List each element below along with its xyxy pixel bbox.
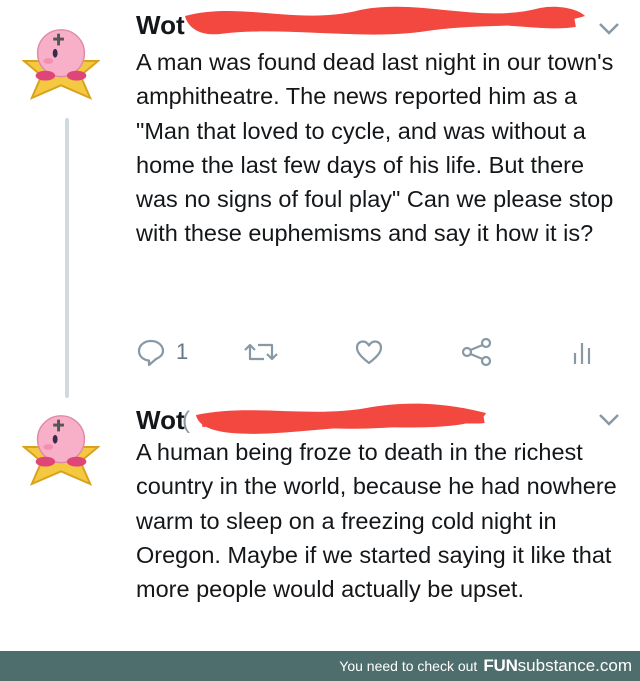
- like-icon: [355, 340, 383, 365]
- footer-brand-light: substance: [517, 656, 596, 675]
- tweet-text: A man was found dead last night in our t…: [136, 49, 614, 247]
- avatar[interactable]: [22, 22, 100, 100]
- like-button[interactable]: [354, 334, 384, 370]
- footer-text: You need to check out: [339, 658, 478, 674]
- reply-button[interactable]: 1: [136, 334, 188, 370]
- retweet-icon: [244, 343, 278, 361]
- redaction-scribble: [185, 6, 585, 35]
- analytics-icon: [573, 343, 591, 364]
- share-icon: [461, 337, 492, 367]
- reply-icon: [137, 339, 165, 367]
- retweet-button[interactable]: [244, 334, 278, 370]
- footer-brand-suffix: .com: [595, 656, 632, 675]
- thread-line: [65, 118, 69, 398]
- author-handle[interactable]: (: [182, 407, 190, 435]
- avatar[interactable]: [22, 408, 100, 486]
- footer-brand-bold: FUN: [483, 656, 518, 675]
- chevron-down-icon[interactable]: [598, 22, 620, 36]
- watermark-footer: You need to check out FUN substance .com: [0, 651, 640, 681]
- tweet-1[interactable]: Wot A man was found dead last night in o…: [0, 0, 640, 400]
- redaction-scribble: [196, 403, 486, 434]
- reply-count: 1: [176, 339, 189, 364]
- chevron-down-icon[interactable]: [598, 413, 620, 427]
- tweet-2[interactable]: Wot ( A human being froze to death in th…: [0, 395, 640, 650]
- author-name[interactable]: Wot: [136, 10, 185, 40]
- author-name[interactable]: Wot: [136, 405, 185, 435]
- tweet-text: A human being froze to death in the rich…: [136, 439, 617, 603]
- analytics-button[interactable]: [571, 334, 595, 370]
- tweet-actions: 1: [136, 334, 606, 370]
- share-button[interactable]: [461, 334, 493, 370]
